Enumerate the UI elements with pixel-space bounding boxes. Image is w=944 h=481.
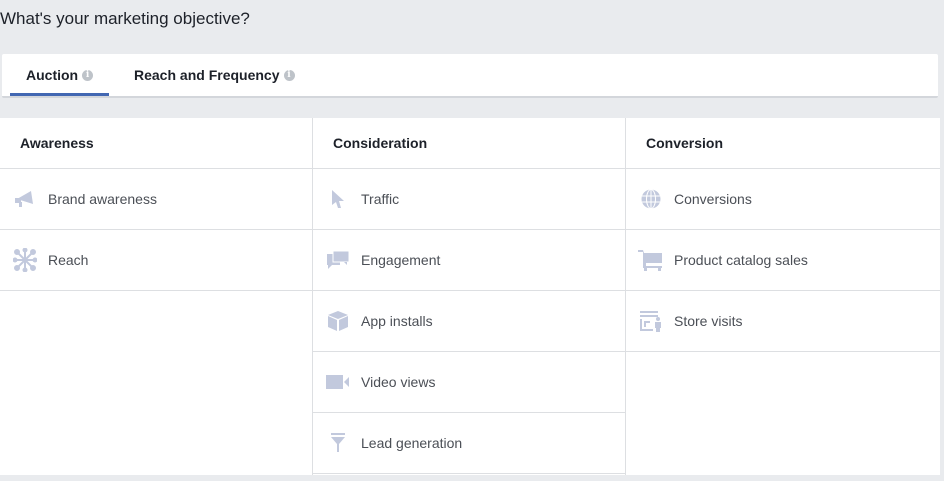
objective-label: Product catalog sales [674,252,808,268]
objective-traffic[interactable]: Traffic [313,169,625,230]
objective-label: Store visits [674,313,743,329]
objective-label: Engagement [361,252,441,268]
objective-label: Reach [48,252,89,268]
objective-brand-awareness[interactable]: Brand awareness [0,169,312,230]
objective-reach[interactable]: Reach [0,230,312,291]
tab-label: Reach and Frequency [134,67,280,83]
objective-video-views[interactable]: Video views [313,352,625,413]
cursor-icon [313,189,361,209]
globe-icon [626,188,674,210]
shopping-cart-icon [626,249,674,271]
info-icon[interactable]: i [82,69,94,81]
column-heading: Awareness [0,118,312,169]
page-title: What's your marketing objective? [0,9,250,28]
tab-bar: Auction i Reach and Frequency i [2,54,938,98]
objective-store-visits[interactable]: Store visits [626,291,940,352]
column-heading: Consideration [313,118,625,169]
megaphone-icon [0,190,48,208]
objective-lead-generation[interactable]: Lead generation [313,413,625,474]
funnel-icon [313,433,361,453]
box-icon [313,310,361,332]
objective-label: Brand awareness [48,191,157,207]
column-awareness: Awareness Brand awareness Reach [0,118,313,475]
objective-conversions[interactable]: Conversions [626,169,940,230]
objective-product-catalog-sales[interactable]: Product catalog sales [626,230,940,291]
objective-app-installs[interactable]: App installs [313,291,625,352]
objective-label: Lead generation [361,435,463,451]
objective-grid: Awareness Brand awareness Reach Considerati… [0,118,940,475]
tab-label: Auction [26,67,79,83]
column-conversion: Conversion Conversions Product catalog sal… [626,118,940,475]
objective-label: App installs [361,313,433,329]
chat-bubbles-icon [313,250,361,270]
info-icon[interactable]: i [283,69,295,81]
objective-engagement[interactable]: Engagement [313,230,625,291]
video-camera-icon [313,375,361,389]
objective-label: Conversions [674,191,752,207]
tab-reach-and-frequency[interactable]: Reach and Frequency i [134,54,295,96]
column-heading: Conversion [626,118,940,169]
objective-label: Video views [361,374,436,390]
column-consideration: Consideration Traffic Engagement App instal… [313,118,626,475]
reach-icon [0,248,48,272]
objective-label: Traffic [361,191,400,207]
store-icon [626,310,674,332]
tab-auction[interactable]: Auction i [10,54,110,96]
